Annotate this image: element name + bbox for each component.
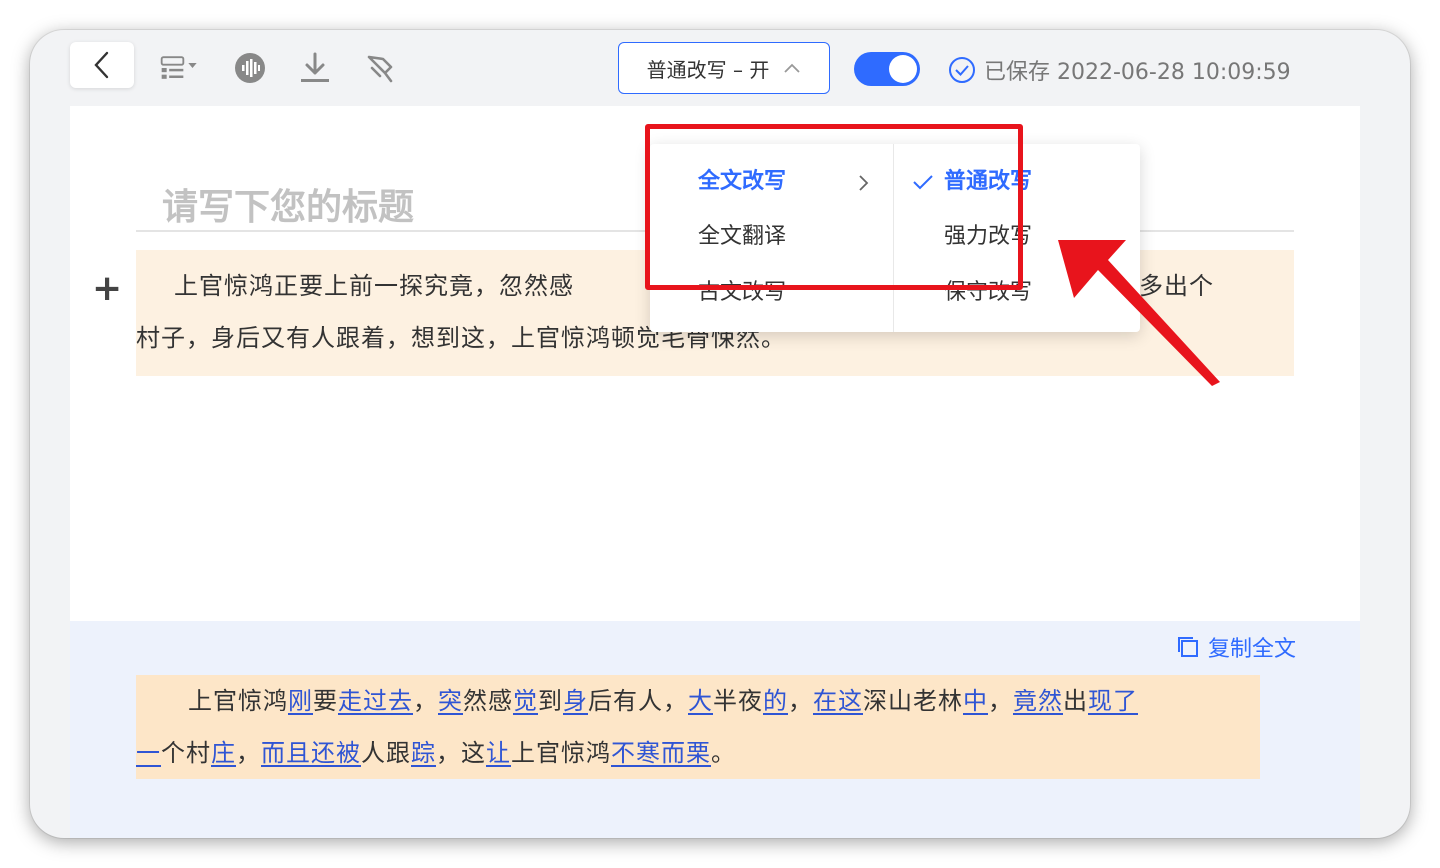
title-input[interactable]: 请写下您的标题: [162, 178, 414, 230]
unchanged-text: 上官惊鸿: [511, 739, 611, 767]
add-block-button[interactable]: +: [92, 268, 122, 309]
unchanged-text: 半夜: [713, 687, 763, 715]
back-button[interactable]: [70, 42, 134, 88]
unchanged-text: 人跟: [361, 739, 411, 767]
changed-text[interactable]: 庄: [211, 739, 236, 767]
copy-all-button[interactable]: 复制全文: [1176, 631, 1296, 663]
changed-text[interactable]: 的: [763, 687, 788, 715]
changed-text[interactable]: 而且还被: [261, 739, 361, 767]
pointer-arrow: [1058, 240, 1220, 386]
check-circle-icon: [949, 57, 975, 83]
changed-text[interactable]: 一: [136, 739, 161, 767]
changed-text[interactable]: 突: [438, 687, 463, 715]
audio-wave-icon: [235, 53, 265, 83]
changed-text[interactable]: 中: [963, 687, 988, 715]
changed-text[interactable]: 在这: [813, 687, 863, 715]
unchanged-text: 出: [1063, 687, 1088, 715]
changed-text[interactable]: 走过去: [338, 687, 413, 715]
unchanged-text: 然感: [463, 687, 513, 715]
changed-text[interactable]: 踪: [411, 739, 436, 767]
voice-button[interactable]: [230, 48, 270, 88]
unchanged-text: ，这: [436, 739, 486, 767]
changed-text[interactable]: 大: [688, 687, 713, 715]
rewrite-mode-label: 普通改写 – 开: [646, 57, 770, 82]
rewrite-toggle[interactable]: [854, 52, 920, 86]
unchanged-text: ，: [236, 739, 261, 767]
save-status-text: 已保存 2022-06-28 10:09:59: [984, 60, 1291, 85]
unchanged-text: 后有人，: [588, 687, 688, 715]
copy-icon: [1177, 637, 1198, 657]
changed-text[interactable]: 身: [563, 687, 588, 715]
unchanged-text: ，: [788, 687, 813, 715]
changed-text[interactable]: 让: [486, 739, 511, 767]
unchanged-text: 个村: [161, 739, 211, 767]
unchanged-text: ，: [413, 687, 438, 715]
toggle-knob: [889, 55, 917, 83]
unchanged-text: 上官惊鸿: [188, 687, 288, 715]
rewritten-line-1: 上官惊鸿刚要走过去，突然感觉到身后有人，大半夜的，在这深山老林中，竟然出现了: [136, 675, 1260, 727]
layout-list-icon: [160, 56, 197, 79]
unchanged-text: 到: [538, 687, 563, 715]
changed-text[interactable]: 现了: [1088, 687, 1138, 715]
highlight-box: [645, 124, 1023, 290]
rewrite-output-panel: 复制全文 上官惊鸿刚要走过去，突然感觉到身后有人，大半夜的，在这深山老林中，竟然…: [70, 621, 1360, 838]
rewritten-line-2: 一个村庄，而且还被人跟踪，这让上官惊鸿不寒而栗。: [136, 727, 1260, 779]
changed-text[interactable]: 刚: [288, 687, 313, 715]
copy-all-label: 复制全文: [1207, 637, 1296, 662]
chevron-up-icon: [784, 63, 800, 73]
download-button[interactable]: [295, 48, 335, 88]
rewritten-paragraph[interactable]: 上官惊鸿刚要走过去，突然感觉到身后有人，大半夜的，在这深山老林中，竟然出现了 一…: [136, 675, 1260, 779]
unchanged-text: 要: [313, 687, 338, 715]
download-icon: [301, 52, 329, 82]
unchanged-text: 。: [711, 739, 736, 767]
unchanged-text: 深山老林: [863, 687, 963, 715]
unchanged-text: ，: [988, 687, 1013, 715]
layout-menu-button[interactable]: [160, 48, 200, 88]
save-status: 已保存 2022-06-28 10:09:59: [948, 54, 1291, 86]
pin-button[interactable]: [360, 48, 400, 88]
rewrite-mode-dropdown[interactable]: 普通改写 – 开: [618, 42, 830, 94]
changed-text[interactable]: 竟然: [1013, 687, 1063, 715]
pin-icon: [367, 55, 393, 83]
source-text-1: 上官惊鸿正要上前一探究竟，忽然感: [174, 272, 574, 300]
changed-text[interactable]: 不寒而栗: [611, 739, 711, 767]
chevron-left-icon: [94, 51, 109, 79]
changed-text[interactable]: 觉: [513, 687, 538, 715]
